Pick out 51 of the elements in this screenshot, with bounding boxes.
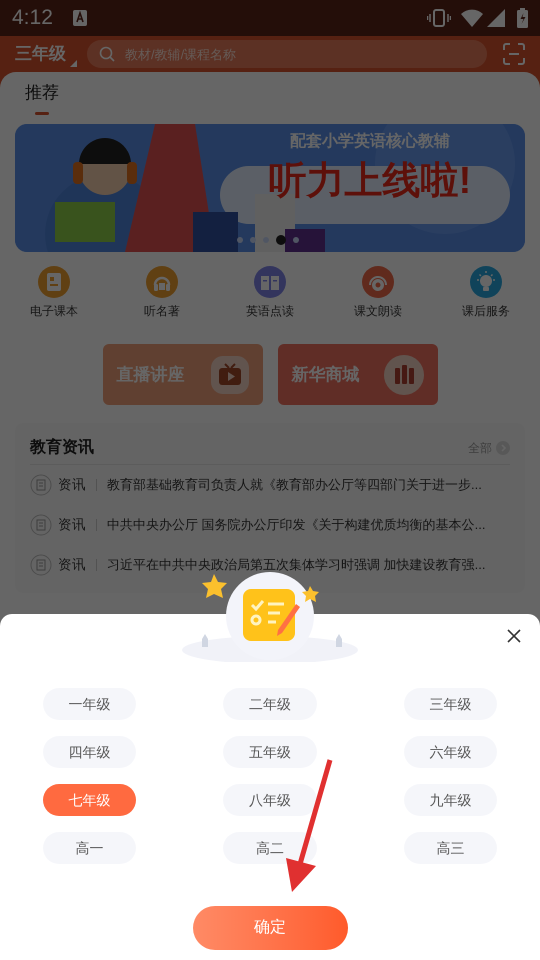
grade-option[interactable]: 八年级 <box>223 784 317 816</box>
close-icon <box>507 629 521 643</box>
shortcut[interactable]: 听名著 <box>108 266 216 320</box>
grade-option[interactable]: 七年级 <box>43 784 136 816</box>
book-icon <box>38 266 70 298</box>
badge-icon <box>30 514 52 536</box>
grade-option[interactable]: 二年级 <box>223 688 317 720</box>
grade-option[interactable]: 一年级 <box>43 688 136 720</box>
grade-option[interactable]: 高一 <box>43 832 136 864</box>
news-tag: 资讯 <box>58 514 86 536</box>
grade-option[interactable]: 三年级 <box>404 688 497 720</box>
grade-selector[interactable]: 三年级 <box>15 41 77 67</box>
tab[interactable]: 推荐 <box>25 80 59 116</box>
badge-icon <box>30 474 52 496</box>
news-title: 教育资讯 <box>30 436 94 458</box>
news-headline: 习近平在中共中央政治局第五次集体学习时强调 加快建设教育强... <box>107 556 486 574</box>
news-item[interactable]: 资讯 习近平在中共中央政治局第五次集体学习时强调 加快建设教育强... <box>30 545 510 585</box>
grade-option[interactable]: 六年级 <box>404 736 497 768</box>
grade-option[interactable]: 五年级 <box>223 736 317 768</box>
news-item[interactable]: 资讯 教育部基础教育司负责人就《教育部办公厅等四部门关于进一步... <box>30 465 510 505</box>
confirm-button[interactable]: 确定 <box>192 906 348 950</box>
caret-icon <box>70 60 77 67</box>
grade-option[interactable]: 九年级 <box>404 784 497 816</box>
grade-option[interactable]: 四年级 <box>43 736 136 768</box>
shortcut[interactable]: 电子课本 <box>0 266 108 320</box>
news-tag: 资讯 <box>58 554 86 576</box>
shortcut[interactable]: 课文朗读 <box>324 266 432 320</box>
news-item[interactable]: 资讯 中共中央办公厅 国务院办公厅印发《关于构建优质均衡的基本公... <box>30 505 510 545</box>
vibrate-icon <box>427 9 451 27</box>
news-headline: 教育部基础教育司负责人就《教育部办公厅等四部门关于进一步... <box>107 476 482 494</box>
wifi-icon <box>461 9 483 27</box>
reader-icon <box>254 266 286 298</box>
bulb-icon <box>470 266 502 298</box>
shortcut[interactable]: 英语点读 <box>216 266 324 320</box>
news-headline: 中共中央办公厅 国务院办公厅印发《关于构建优质均衡的基本公... <box>107 516 486 534</box>
shortcut[interactable]: 课后服务 <box>432 266 540 320</box>
battery-icon <box>517 8 528 28</box>
signal-icon <box>487 9 505 27</box>
promo-card[interactable]: 新华商城 <box>278 344 438 405</box>
scan-icon[interactable] <box>503 43 525 65</box>
books-icon <box>384 354 424 394</box>
notification-icon <box>72 10 87 26</box>
news-tag: 资讯 <box>58 474 86 496</box>
grade-option[interactable]: 高二 <box>223 832 317 864</box>
badge-icon <box>30 554 52 576</box>
grade-option[interactable]: 高三 <box>404 832 497 864</box>
status-time: 4:12 <box>12 5 53 32</box>
tv-icon <box>210 356 248 394</box>
headphones-icon <box>146 266 178 298</box>
search-icon <box>99 46 115 62</box>
banner-headline: 听力上线啦! <box>268 162 472 200</box>
